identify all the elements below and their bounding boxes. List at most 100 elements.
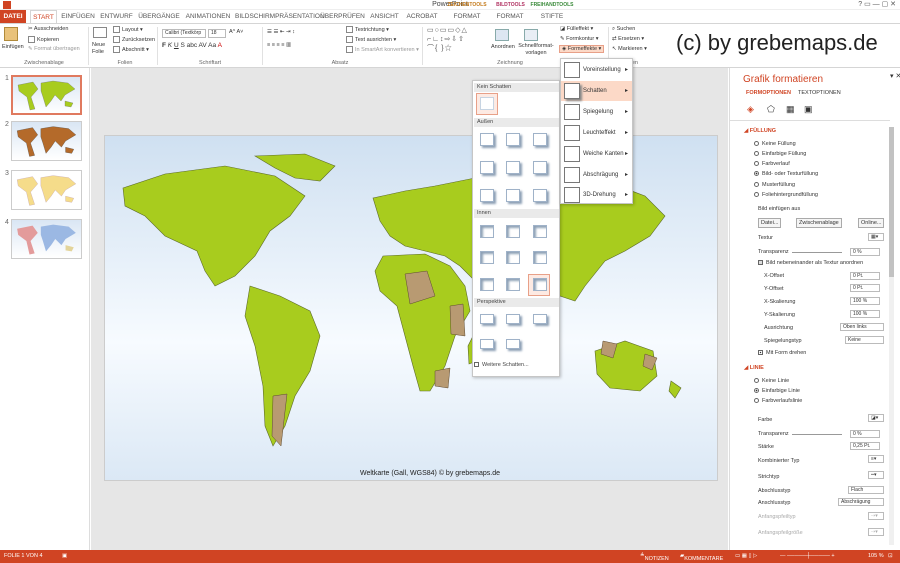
shadow-swatch[interactable] [480,314,494,324]
view-buttons[interactable]: ▭ ▦ ▯ ▷ [735,553,757,559]
pane-scrollbar[interactable] [889,127,894,545]
join-type-select[interactable]: Abschrägung [838,498,884,506]
insert-clipboard-button[interactable]: Zwischenablage [796,218,842,228]
format-painter-button[interactable]: ✎ Format übertragen [28,46,80,52]
arrange-button[interactable]: Anordnen [491,44,515,50]
tab-transitions[interactable]: ÜBERGÄNGE [137,10,181,23]
replace-button[interactable]: ⇄ Ersetzen ▾ [612,36,644,42]
reset-button[interactable]: Zurücksetzen [113,36,155,43]
list-buttons[interactable]: ☰ ☰ ⇤ ⇥ ↕ [267,29,295,35]
line-transparency-input[interactable]: 0 % [850,430,880,438]
shadow-swatch[interactable] [533,161,547,174]
texture-picker[interactable]: ▦▾ [868,233,884,241]
menu-item-bevel[interactable]: Abschrägung ▸ [561,165,632,185]
shadow-swatch[interactable] [480,189,494,202]
radio-solid-line[interactable]: Einfarbige Linie [754,388,800,394]
shadow-swatch[interactable] [533,189,547,202]
begin-arrow-type-picker[interactable]: ⇢▾ [868,512,884,520]
align-text-button[interactable]: Text ausrichten ▾ [346,36,396,43]
fill-line-icon[interactable]: ◈ [747,104,754,115]
tab-text-options[interactable]: TEXTOPTIONEN [798,90,841,96]
radio-no-line[interactable]: Keine Linie [754,378,789,384]
quick-styles-icon[interactable] [524,29,538,41]
line-transparency-slider[interactable] [792,434,842,435]
shape-outline-button[interactable]: ✎ Formkontur ▾ [560,36,599,42]
notes-button[interactable]: ≜ NOTIZEN [640,553,669,562]
x-scale-input[interactable]: 100 % [850,297,880,305]
pane-scrollbar-thumb[interactable] [889,127,894,277]
slide-thumbnail-3[interactable] [11,170,82,210]
insert-file-button[interactable]: Datei... [758,218,782,228]
slide-thumbnail-2[interactable] [11,121,82,161]
tab-start[interactable]: START [30,10,57,23]
fill-section-header[interactable]: ◢ FÜLLUNG [744,128,776,134]
quick-styles-button[interactable]: Schnellformat-vorlagen [518,43,554,57]
align-buttons[interactable]: ≡ ≡ ≡ ≡ ▥ [267,42,291,48]
shadow-swatch[interactable] [533,133,547,146]
radio-background-fill[interactable]: Foliehintergrundfüllung [754,192,818,198]
shadow-swatch[interactable] [506,133,520,146]
tab-view[interactable]: ANSICHT [368,10,401,23]
window-controls[interactable]: ? ▭ — ▢ ✕ [858,0,896,8]
size-properties-icon[interactable]: ▦ [786,104,795,115]
menu-item-glow[interactable]: Leuchteffekt ▸ [561,123,632,143]
spellcheck-icon[interactable]: ▣ [62,553,67,559]
comments-button[interactable]: ▰ KOMMENTARE [680,553,723,562]
grow-font-button[interactable]: A^ A˅ [229,29,243,35]
select-button[interactable]: ↖ Markieren ▾ [612,46,647,52]
shadow-swatch[interactable] [506,251,520,264]
tile-checkbox[interactable]: Bild nebeneinander als Textur anordnen [758,260,863,266]
shadow-swatch[interactable] [506,225,520,238]
tab-slideshow[interactable]: BILDSCHIRMPRÄSENTATION [235,10,325,23]
shadow-swatch[interactable] [480,225,494,238]
effects-pentagon-icon[interactable]: ⬠ [767,104,775,115]
shadow-none-swatch[interactable] [480,97,494,110]
menu-item-preset[interactable]: Voreinstellung ▸ [561,60,632,80]
shadow-swatch[interactable] [480,133,494,146]
shadow-swatch[interactable] [506,278,520,291]
y-scale-input[interactable]: 100 % [850,310,880,318]
tab-design[interactable]: ENTWURF [99,10,134,23]
section-button[interactable]: Abschnitt ▾ [113,46,149,53]
shapes-gallery[interactable]: ▭○▭▭◇△ ⌐∟↕⇨⇩⇧ ⌒{ }☆ [427,26,489,56]
shadow-swatch[interactable] [480,339,494,349]
line-section-header[interactable]: ◢ LINIE [744,365,764,371]
shadow-swatch[interactable] [506,161,520,174]
shadow-swatch[interactable] [480,251,494,264]
shape-fill-button[interactable]: ◪ Fülleffekt ▾ [560,26,593,32]
tab-insert[interactable]: EINFÜGEN [60,10,96,23]
insert-online-button[interactable]: Online... [858,218,885,228]
font-name-combo[interactable]: Calibri (Textkörp [162,29,206,38]
cap-type-select[interactable]: Flach [848,486,884,494]
menu-item-3d-rotation[interactable]: 3D-Drehung ▸ [561,185,632,205]
slide-thumbnail-1[interactable] [11,75,82,115]
zoom-slider[interactable]: — ─────┼───── + [780,553,835,559]
tab-file[interactable]: DATEI [0,10,26,23]
alignment-select[interactable]: Oben links [840,323,884,331]
menu-item-soft-edges[interactable]: Weiche Kanten ▸ [561,144,632,164]
shadow-swatch[interactable] [533,314,547,324]
shadow-swatch[interactable] [506,189,520,202]
zoom-level[interactable]: 105 % [868,553,884,559]
tab-format-picture[interactable]: FORMAT [493,10,527,23]
line-color-picker[interactable]: ◪▾ [868,414,884,422]
fit-slide-icon[interactable]: ⊡ [888,553,893,559]
compound-type-picker[interactable]: ≡▾ [868,455,884,463]
line-width-input[interactable]: 0,25 Pt. [850,442,880,450]
menu-item-shadow[interactable]: Schatten ▸ [561,81,632,101]
layout-button[interactable]: Layout ▾ [113,26,143,33]
radio-picture-fill[interactable]: Bild- oder Texturfüllung [754,171,818,177]
mirror-type-select[interactable]: Keine [845,336,884,344]
y-offset-input[interactable]: 0 Pt. [850,284,880,292]
cut-button[interactable]: ✂ Ausschneiden [28,26,68,32]
radio-solid-fill[interactable]: Einfarbige Füllung [754,151,806,157]
menu-item-reflection[interactable]: Spiegelung ▸ [561,102,632,122]
dash-type-picker[interactable]: ┅▾ [868,471,884,479]
find-button[interactable]: ⌕ Suchen [612,26,635,33]
begin-arrow-size-picker[interactable]: ⇢▾ [868,528,884,536]
more-shadows-button[interactable]: Weitere Schatten... [474,362,529,368]
text-direction-button[interactable]: Textrichtung ▾ [346,26,389,33]
tab-review[interactable]: ÜBERPRÜFEN [320,10,365,23]
radio-pattern-fill[interactable]: Musterfüllung [754,182,795,188]
rotate-with-shape-checkbox[interactable]: Mit Form drehen [758,350,806,356]
